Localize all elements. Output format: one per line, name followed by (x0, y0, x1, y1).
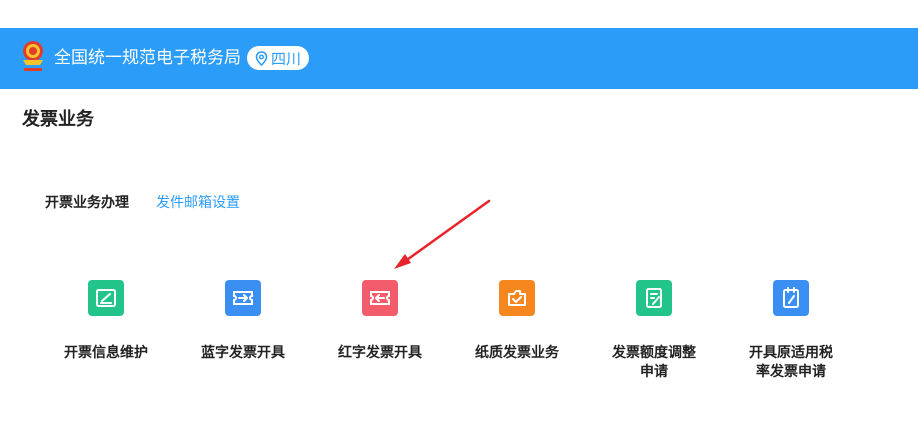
mail-settings-link[interactable]: 发件邮箱设置 (156, 193, 240, 213)
tile-label: 蓝字发票开具 (201, 345, 285, 361)
tile-label: 开具原适用税 率发票申请 (749, 345, 833, 380)
blue-invoice-icon (233, 291, 253, 305)
tile-icon-bg (499, 280, 535, 316)
tile-blue-invoice-issue[interactable]: 蓝字发票开具 (178, 280, 308, 400)
tile-invoice-quota-adjust[interactable]: 发票额度调整 申请 (589, 280, 719, 400)
tile-icon-bg (88, 280, 124, 316)
tile-label: 纸质发票业务 (475, 345, 559, 361)
tile-label: 红字发票开具 (338, 345, 422, 361)
region-name: 四川 (271, 49, 302, 68)
tile-icon-bg (636, 280, 672, 316)
tax-emblem-icon (23, 41, 43, 71)
page-title: 发票业务 (22, 109, 94, 130)
tile-icon-bg (362, 280, 398, 316)
tile-red-invoice-issue[interactable]: 红字发票开具 (315, 280, 445, 400)
section-label: 开票业务办理 (45, 195, 129, 211)
site-title: 全国统一规范电子税务局 (54, 48, 241, 68)
region-selector[interactable]: 四川 (247, 46, 309, 70)
tax-rate-icon (783, 287, 799, 308)
tile-paper-invoice-business[interactable]: 纸质发票业务 (452, 280, 582, 400)
tile-invoice-info-maintenance[interactable]: 开票信息维护 (41, 280, 171, 400)
tile-icon-bg (773, 280, 809, 316)
top-header-bar: 全国统一规范电子税务局 四川 (0, 28, 918, 89)
quota-adjust-icon (646, 288, 662, 308)
paper-invoice-icon (508, 290, 526, 306)
tile-original-tax-rate-invoice[interactable]: 开具原适用税 率发票申请 (726, 280, 856, 400)
tile-icon-bg (225, 280, 261, 316)
tile-label: 发票额度调整 申请 (612, 345, 696, 380)
tile-label: 开票信息维护 (64, 345, 148, 361)
red-invoice-icon (370, 291, 390, 305)
edit-box-icon (96, 289, 116, 307)
location-pin-icon (255, 50, 268, 66)
